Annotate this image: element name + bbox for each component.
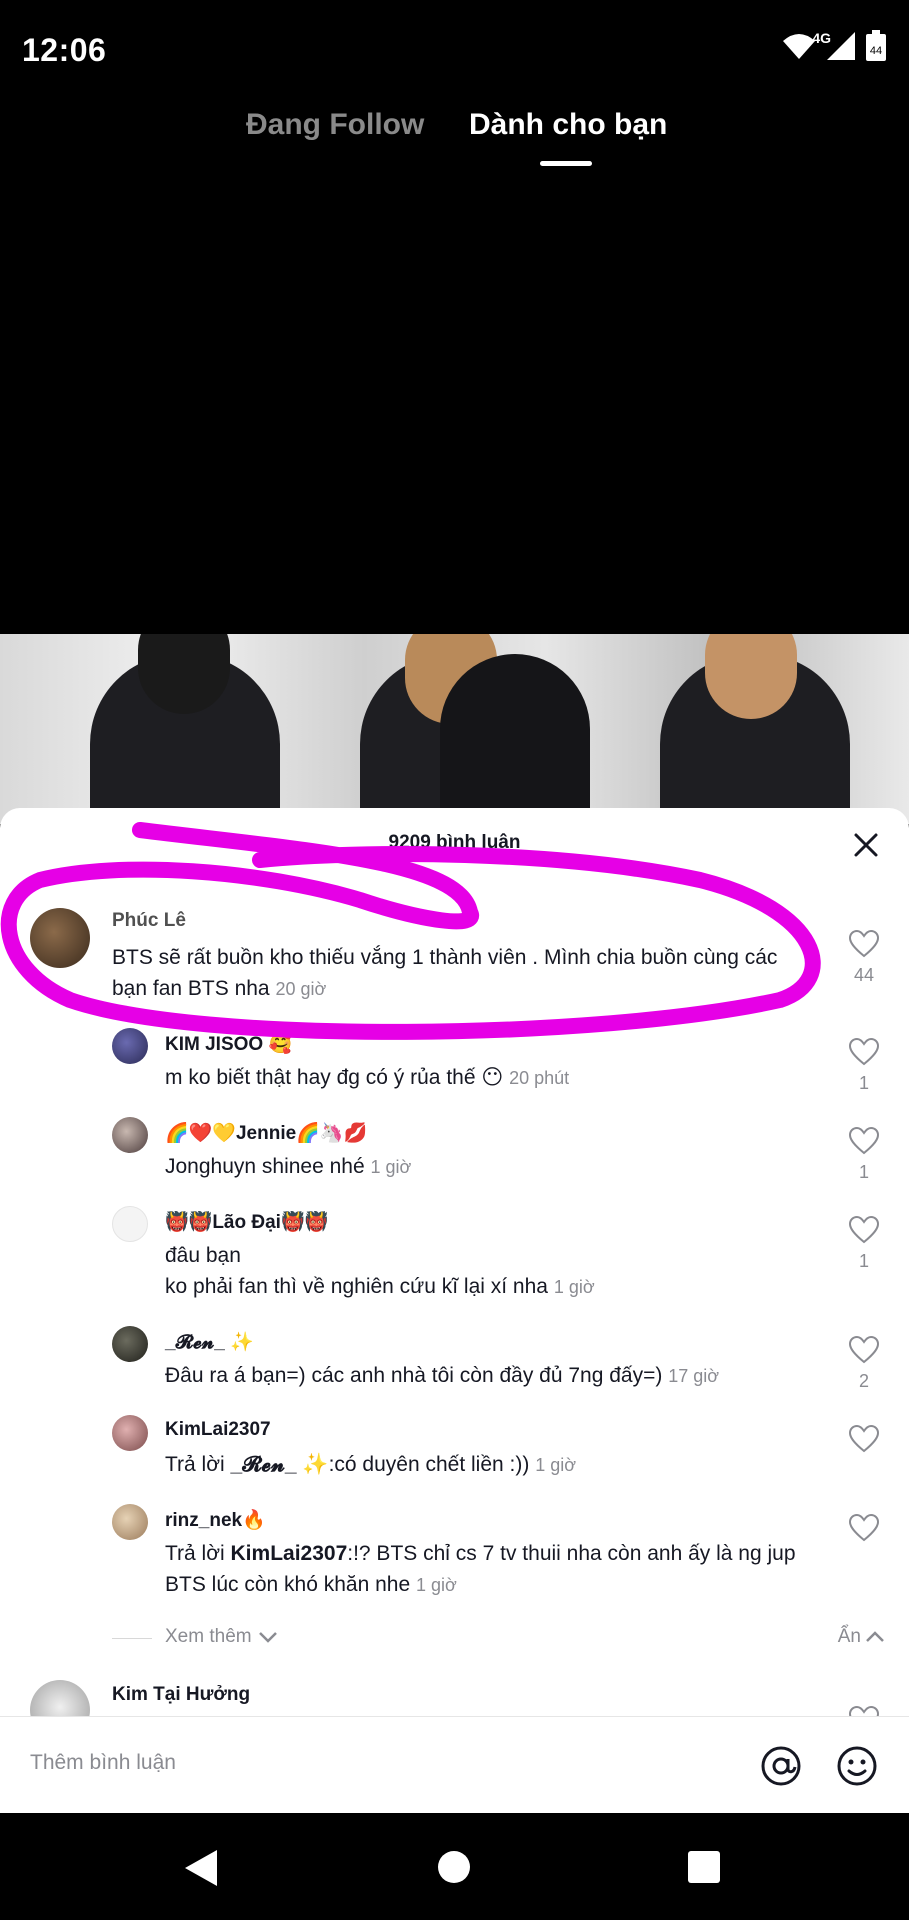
status-bar: 12:06 4G 44 bbox=[0, 0, 909, 100]
tab-for-you[interactable]: Dành cho bạn bbox=[469, 108, 667, 142]
video-frame[interactable] bbox=[0, 634, 909, 824]
comment-text: BTS sẽ rất buồn kho thiếu vắng 1 thành v… bbox=[112, 946, 778, 1000]
reply-mention[interactable]: _𝓡𝓮𝓷_ ✨ bbox=[231, 1453, 329, 1476]
battery-icon: 44 bbox=[866, 30, 886, 61]
comments-sheet: 9209 bình luận Phúc Lê BTS sẽ rất buồn k… bbox=[0, 808, 909, 1813]
comment-username[interactable]: _𝓡𝓮𝓷_ ✨ bbox=[165, 1330, 254, 1354]
avatar[interactable] bbox=[112, 1117, 148, 1153]
comment-username[interactable]: 👹👹Lão Đại👹👹 bbox=[165, 1210, 328, 1234]
video-person bbox=[440, 654, 590, 824]
comment-input[interactable]: Thêm bình luận bbox=[30, 1751, 176, 1775]
comment-time: 20 giờ bbox=[275, 979, 327, 999]
heart-icon bbox=[848, 929, 880, 958]
like-count: 1 bbox=[858, 1073, 869, 1093]
divider bbox=[112, 1638, 152, 1639]
wifi-icon bbox=[783, 34, 815, 59]
heart-icon bbox=[848, 1037, 880, 1066]
avatar[interactable] bbox=[112, 1326, 148, 1362]
comment-time: 1 giờ bbox=[370, 1157, 412, 1177]
comment-username[interactable]: 🌈❤️💛Jennie🌈🦄💋 bbox=[165, 1121, 367, 1145]
back-icon[interactable] bbox=[183, 1848, 219, 1888]
comment-username[interactable]: Phúc Lê bbox=[112, 910, 186, 932]
avatar[interactable] bbox=[112, 1206, 148, 1242]
heart-icon bbox=[848, 1513, 880, 1542]
hide-label: Ẩn bbox=[837, 1626, 861, 1647]
avatar[interactable] bbox=[112, 1415, 148, 1451]
system-icons: 44 bbox=[781, 30, 887, 62]
status-time: 12:06 bbox=[22, 32, 107, 68]
comment-time: 1 giờ bbox=[535, 1455, 577, 1475]
active-tab-indicator bbox=[540, 161, 592, 166]
comment-text: Đâu ra á bạn=) các anh nhà tôi còn đầy đ… bbox=[165, 1364, 720, 1387]
tab-following[interactable]: Đang Follow bbox=[246, 108, 424, 142]
comment-username[interactable]: KimLai2307 bbox=[165, 1419, 271, 1441]
chevron-up-icon bbox=[866, 1631, 884, 1642]
like-button[interactable]: 44 bbox=[847, 929, 881, 986]
close-icon[interactable] bbox=[851, 830, 881, 860]
emoji-icon[interactable] bbox=[836, 1745, 878, 1787]
signal-icon bbox=[827, 32, 855, 60]
like-button[interactable]: 1 bbox=[847, 1126, 881, 1183]
hide-replies[interactable]: Ẩn bbox=[838, 1626, 885, 1648]
heart-icon bbox=[848, 1335, 880, 1364]
avatar[interactable] bbox=[112, 1028, 148, 1064]
comment-username[interactable]: rinz_nek🔥 bbox=[165, 1508, 266, 1532]
like-button[interactable]: 1 bbox=[847, 1215, 881, 1272]
comment-time: 20 phút bbox=[509, 1068, 570, 1088]
comments-count-title: 9209 bình luận bbox=[388, 832, 521, 853]
heart-icon bbox=[848, 1126, 880, 1155]
heart-icon bbox=[848, 1424, 880, 1453]
comment-time: 1 giờ bbox=[553, 1277, 595, 1297]
comment-text: đâu bạn ko phải fan thì về nghiên cứu kĩ … bbox=[165, 1244, 595, 1298]
reply-mention[interactable]: KimLai2307 bbox=[231, 1542, 348, 1565]
like-button[interactable]: 2 bbox=[847, 1335, 881, 1392]
heart-icon bbox=[848, 1215, 880, 1244]
svg-text:44: 44 bbox=[870, 45, 882, 57]
view-more-label: Xem thêm bbox=[165, 1626, 252, 1647]
comment-text: m ko biết thật hay đg có ý rủa thế 😶 20 … bbox=[165, 1066, 570, 1089]
view-more-replies[interactable]: Xem thêm bbox=[165, 1626, 278, 1648]
like-count: 2 bbox=[858, 1371, 869, 1391]
like-button[interactable] bbox=[847, 1424, 881, 1458]
like-count: 44 bbox=[853, 965, 875, 985]
feed-tabs: Đang Follow Dành cho bạn bbox=[0, 108, 909, 178]
home-icon[interactable] bbox=[437, 1850, 471, 1884]
comment-text: Trả lời KimLai2307:!? BTS chỉ cs 7 tv th… bbox=[165, 1542, 796, 1596]
comment-username[interactable]: Kim Tại Hưởng bbox=[112, 1684, 250, 1706]
avatar[interactable] bbox=[112, 1504, 148, 1540]
comment-text: Jonghuyn shinee nhé 1 giờ bbox=[165, 1155, 412, 1178]
recents-icon[interactable] bbox=[688, 1851, 720, 1883]
like-button[interactable] bbox=[847, 1513, 881, 1547]
comment-time: 1 giờ bbox=[416, 1575, 457, 1595]
like-count: 1 bbox=[858, 1251, 869, 1271]
comment-text: Trả lời _𝓡𝓮𝓷_ ✨:có duyên chết liền :)) 1… bbox=[165, 1453, 577, 1476]
chevron-down-icon bbox=[258, 1632, 277, 1643]
avatar[interactable] bbox=[30, 908, 90, 968]
system-nav-bar bbox=[0, 1813, 909, 1920]
comment-input-bar: Thêm bình luận bbox=[0, 1716, 909, 1813]
comment-username[interactable]: KIM JISOO 🥰 bbox=[165, 1032, 292, 1056]
like-button[interactable]: 1 bbox=[847, 1037, 881, 1094]
comment-time: 17 giờ bbox=[668, 1366, 720, 1386]
like-count: 1 bbox=[858, 1162, 869, 1182]
at-icon[interactable] bbox=[760, 1745, 802, 1787]
